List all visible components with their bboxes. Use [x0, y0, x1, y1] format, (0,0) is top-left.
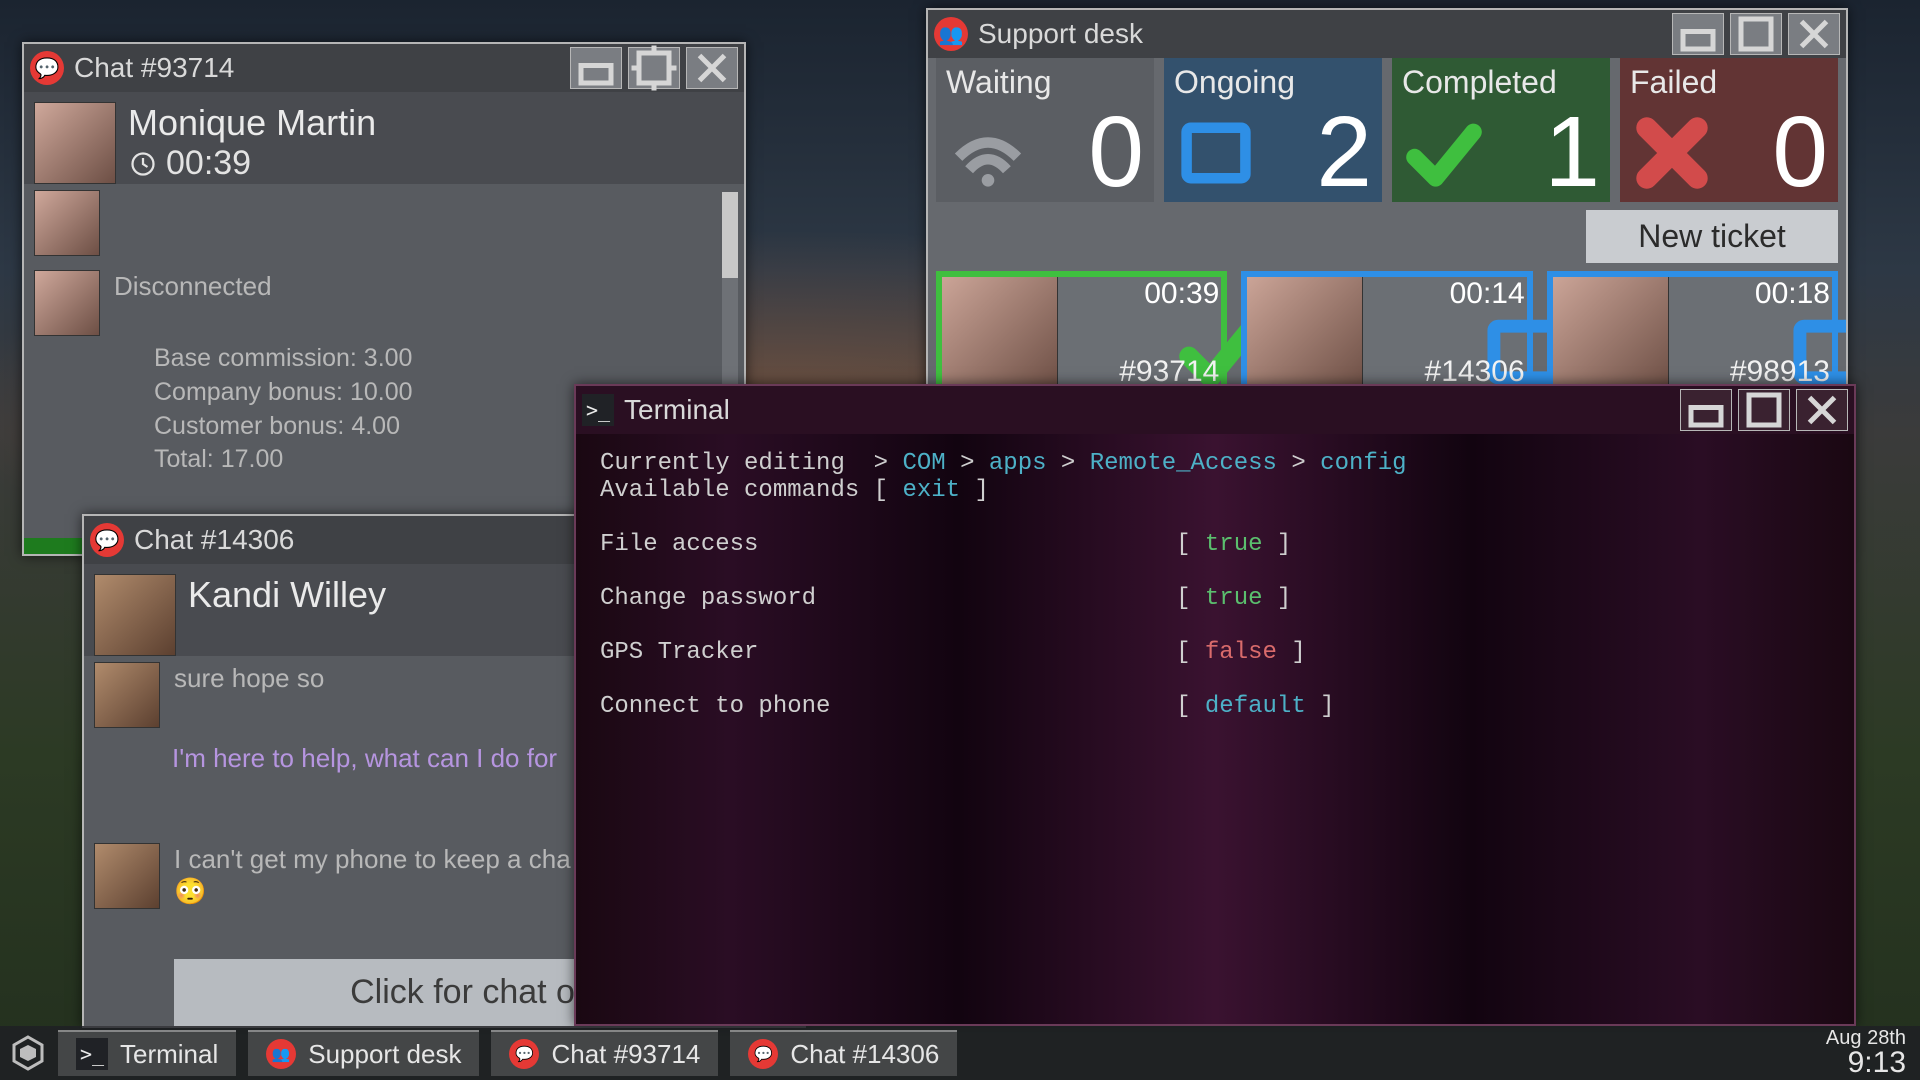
- titlebar[interactable]: 👥 Support desk: [928, 10, 1846, 58]
- terminal-window: >_ Terminal Currently editing > COM > ap…: [574, 384, 1856, 1026]
- taskbar-item-label: Chat #93714: [551, 1039, 700, 1070]
- close-button[interactable]: [1796, 389, 1848, 431]
- terminal-icon: >_: [76, 1038, 108, 1070]
- terminal-config-row[interactable]: Change password [ true ]: [600, 585, 1830, 612]
- maximize-button[interactable]: [628, 47, 680, 89]
- stat-value: 0: [1772, 95, 1828, 210]
- taskbar-item[interactable]: 💬 Chat #14306: [730, 1030, 957, 1076]
- terminal-line: Available commands [ exit ]: [600, 477, 1830, 504]
- stat-waiting[interactable]: Waiting 0: [936, 58, 1154, 202]
- tickets-row: 00:39#9371400:14#1430600:18#98913: [928, 271, 1846, 391]
- maximize-button[interactable]: [1738, 389, 1790, 431]
- window-title: Support desk: [978, 18, 1143, 50]
- titlebar[interactable]: 💬 Chat #93714: [24, 44, 744, 92]
- ticket-card[interactable]: 00:14#14306: [1241, 271, 1532, 391]
- avatar: [1547, 271, 1669, 393]
- maximize-button[interactable]: [1730, 13, 1782, 55]
- window-title: Chat #14306: [134, 524, 294, 556]
- chat-icon: 💬: [748, 1039, 778, 1069]
- cross-icon: [1630, 111, 1714, 195]
- avatar: [94, 662, 160, 728]
- chat-icon: 💬: [90, 523, 124, 557]
- avatar: [94, 843, 160, 909]
- customer-name: Kandi Willey: [188, 574, 386, 616]
- window-title: Terminal: [624, 394, 730, 426]
- avatar: [34, 190, 100, 256]
- ticket-timer: 00:14: [1450, 277, 1525, 311]
- stat-completed[interactable]: Completed 1: [1392, 58, 1610, 202]
- terminal-icon: >_: [582, 394, 614, 426]
- minimize-button[interactable]: [1680, 389, 1732, 431]
- taskbar-item-label: Terminal: [120, 1039, 218, 1070]
- ticket-card[interactable]: 00:18#98913: [1547, 271, 1838, 391]
- chat-timer: 00:39: [128, 144, 730, 183]
- desktop: 💬 Chat #93714 Monique Martin 00:39: [0, 0, 1920, 1080]
- clock-icon: [128, 149, 158, 179]
- message-text: I can't get my phone to keep a cha 😳: [174, 843, 571, 909]
- clock-time: 9:13: [1826, 1046, 1906, 1080]
- avatar: [94, 574, 176, 656]
- ticket-card[interactable]: 00:39#93714: [936, 271, 1227, 391]
- terminal-config-row[interactable]: File access [ true ]: [600, 531, 1830, 558]
- clock: Aug 28th 9:13: [1826, 1027, 1920, 1080]
- chat-icon: 💬: [30, 51, 64, 85]
- chat-header: Monique Martin 00:39: [24, 92, 744, 184]
- taskbar-item[interactable]: >_ Terminal: [58, 1030, 236, 1076]
- chat-message: Disconnected: [34, 270, 730, 336]
- commission-base: Base commission: 3.00: [154, 342, 730, 376]
- terminal-config-row[interactable]: GPS Tracker [ false ]: [600, 639, 1830, 666]
- avatar: [34, 270, 100, 336]
- new-ticket-button[interactable]: New ticket: [1586, 210, 1838, 263]
- timer-value: 00:39: [166, 144, 251, 183]
- check-icon: [1402, 111, 1486, 195]
- customer-name: Monique Martin: [128, 102, 730, 144]
- close-button[interactable]: [686, 47, 738, 89]
- avatar: [936, 271, 1058, 393]
- message-text: sure hope so: [174, 662, 324, 728]
- taskbar-item-label: Support desk: [308, 1039, 461, 1070]
- titlebar[interactable]: >_ Terminal: [576, 386, 1854, 434]
- stat-failed[interactable]: Failed 0: [1620, 58, 1838, 202]
- support-icon: 👥: [266, 1039, 296, 1069]
- window-title: Chat #93714: [74, 52, 234, 84]
- stat-ongoing[interactable]: Ongoing 2: [1164, 58, 1382, 202]
- avatar: [34, 102, 116, 184]
- close-button[interactable]: [1788, 13, 1840, 55]
- message-text: Disconnected: [114, 270, 272, 336]
- taskbar-item[interactable]: 💬 Chat #93714: [491, 1030, 718, 1076]
- ticket-timer: 00:39: [1144, 277, 1219, 311]
- minimize-button[interactable]: [570, 47, 622, 89]
- terminal-body[interactable]: Currently editing > COM > apps > Remote_…: [576, 434, 1854, 1024]
- message-text-player: I'm here to help, what can I do for: [172, 742, 557, 775]
- stats-row: Waiting 0 Ongoing 2 Completed 1 Failed 0: [928, 58, 1846, 202]
- minimize-button[interactable]: [1672, 13, 1724, 55]
- stat-value: 0: [1088, 95, 1144, 210]
- terminal-config-row[interactable]: Connect to phone [ default ]: [600, 693, 1830, 720]
- window-icon: [1174, 111, 1258, 195]
- chat-icon: 💬: [509, 1039, 539, 1069]
- emoji: 😳: [174, 876, 206, 906]
- taskbar-item-label: Chat #14306: [790, 1039, 939, 1070]
- terminal-line: Currently editing > COM > apps > Remote_…: [600, 450, 1830, 477]
- avatar: [1241, 271, 1363, 393]
- support-icon: 👥: [934, 17, 968, 51]
- wifi-icon: [946, 111, 1030, 195]
- taskbar: >_ Terminal 👥 Support desk 💬 Chat #93714 💬 Chat…: [0, 1026, 1920, 1080]
- chat-message: [34, 190, 730, 256]
- os-logo[interactable]: [6, 1031, 50, 1075]
- stat-value: 2: [1316, 95, 1372, 210]
- taskbar-item[interactable]: 👥 Support desk: [248, 1030, 479, 1076]
- scrollbar-thumb[interactable]: [722, 192, 738, 278]
- ticket-timer: 00:18: [1755, 277, 1830, 311]
- stat-value: 1: [1544, 95, 1600, 210]
